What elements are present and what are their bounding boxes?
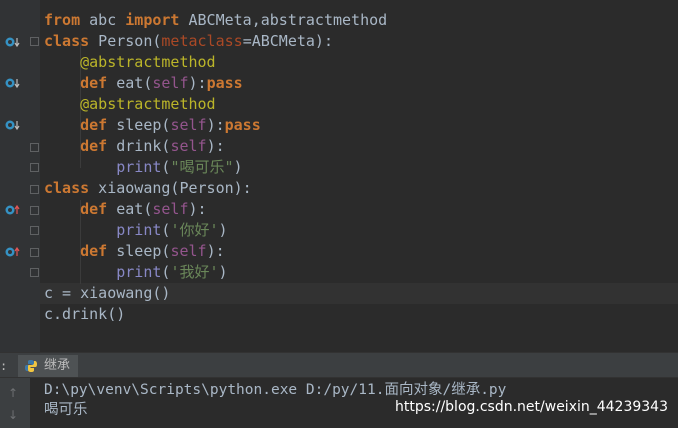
code-token: ): [188,200,207,218]
code-token: sleep( [107,116,171,134]
fold-toggle-icon[interactable] [30,185,39,194]
code-token: ) [218,221,228,239]
code-token: class [44,179,90,197]
code-token: =ABCMeta): [242,32,333,50]
code-line[interactable]: print('我好') [44,262,228,283]
code-token: def [80,116,108,134]
code-line[interactable]: @abstractmethod [44,94,216,115]
line-gutter [0,0,40,352]
run-output-line: 喝可乐 [44,402,88,418]
fold-toggle-icon[interactable] [30,37,39,46]
run-panel-header: : 继承 [0,352,678,378]
code-token: c = xiaowang() [44,284,171,302]
code-token: c.drink() [44,305,126,323]
code-token: self [152,74,189,92]
code-token: class [44,32,90,50]
fold-toggle-icon[interactable] [30,206,39,215]
run-command-line: D:\py\venv\Scripts\python.exe D:/py/11.面… [44,382,507,398]
code-line[interactable]: @abstractmethod [44,52,216,73]
code-line[interactable]: from abc import ABCMeta,abstractmethod [44,10,387,31]
run-tab[interactable]: 继承 [18,355,79,377]
code-token: Person( [89,32,162,50]
code-line[interactable]: def sleep(self): [44,241,225,262]
code-token: @abstractmethod [80,95,216,113]
code-token: from [44,11,81,29]
fold-end-icon[interactable] [30,163,39,172]
code-token: ): [206,137,225,155]
code-token: def [80,74,108,92]
code-token: ): [206,116,225,134]
code-token: eat( [107,200,153,218]
code-token: ABCMeta,abstractmethod [179,11,388,29]
code-line[interactable]: class Person(metaclass=ABCMeta): [44,31,333,52]
code-line[interactable]: print("喝可乐") [44,157,243,178]
code-token: self [170,137,207,155]
code-line[interactable]: print('你好') [44,220,228,241]
code-token: ): [206,242,225,260]
code-token: drink( [107,137,171,155]
code-token: metaclass [161,32,243,50]
code-token: abc [89,11,117,29]
python-icon [25,360,37,372]
panel-menu-icon[interactable]: : [0,359,7,373]
code-token: sleep( [107,242,171,260]
fold-end-icon[interactable] [30,268,39,277]
fold-toggle-icon[interactable] [30,143,39,152]
arrow-down-icon[interactable]: ↓ [8,408,18,422]
code-token: def [80,242,108,260]
implemented-marker-icon[interactable] [4,35,22,49]
fold-end-icon[interactable] [30,226,39,235]
code-line[interactable]: def sleep(self):pass [44,115,261,136]
run-panel-toolbar: ↑ ↓ [0,378,30,428]
code-token: "喝可乐" [170,158,234,176]
code-token: '你好' [170,221,219,239]
code-token: import [125,11,180,29]
code-line[interactable]: class xiaowang(Person): [44,178,252,199]
code-token: print [116,158,162,176]
fold-toggle-icon[interactable] [30,248,39,257]
code-token: self [170,116,207,134]
arrow-up-icon[interactable]: ↑ [8,386,18,400]
code-line[interactable]: c = xiaowang() [44,283,170,304]
code-token: ) [218,263,228,281]
implemented-marker-icon[interactable] [4,118,22,132]
code-token: pass [224,116,261,134]
code-token: '我好' [170,263,219,281]
code-line[interactable]: c.drink() [44,304,125,325]
code-token: def [80,200,108,218]
code-token: @abstractmethod [80,53,216,71]
code-token: self [170,242,207,260]
code-token: eat( [107,74,153,92]
code-token: def [80,137,108,155]
code-token: print [116,221,162,239]
code-token: xiaowang(Person): [89,179,252,197]
code-line[interactable]: def drink(self): [44,136,225,157]
implemented-marker-icon[interactable] [4,76,22,90]
watermark-text: https://blog.csdn.net/weixin_44239343 [394,399,668,415]
code-token: self [152,200,189,218]
implements-marker-icon[interactable] [4,245,22,259]
code-token: print [116,263,162,281]
code-token: ): [188,74,207,92]
code-token: pass [206,74,243,92]
run-tab-label: 继承 [44,358,71,373]
code-line[interactable]: def eat(self):pass [44,73,243,94]
code-line[interactable]: def eat(self): [44,199,207,220]
implements-marker-icon[interactable] [4,203,22,217]
code-token: ) [233,158,243,176]
